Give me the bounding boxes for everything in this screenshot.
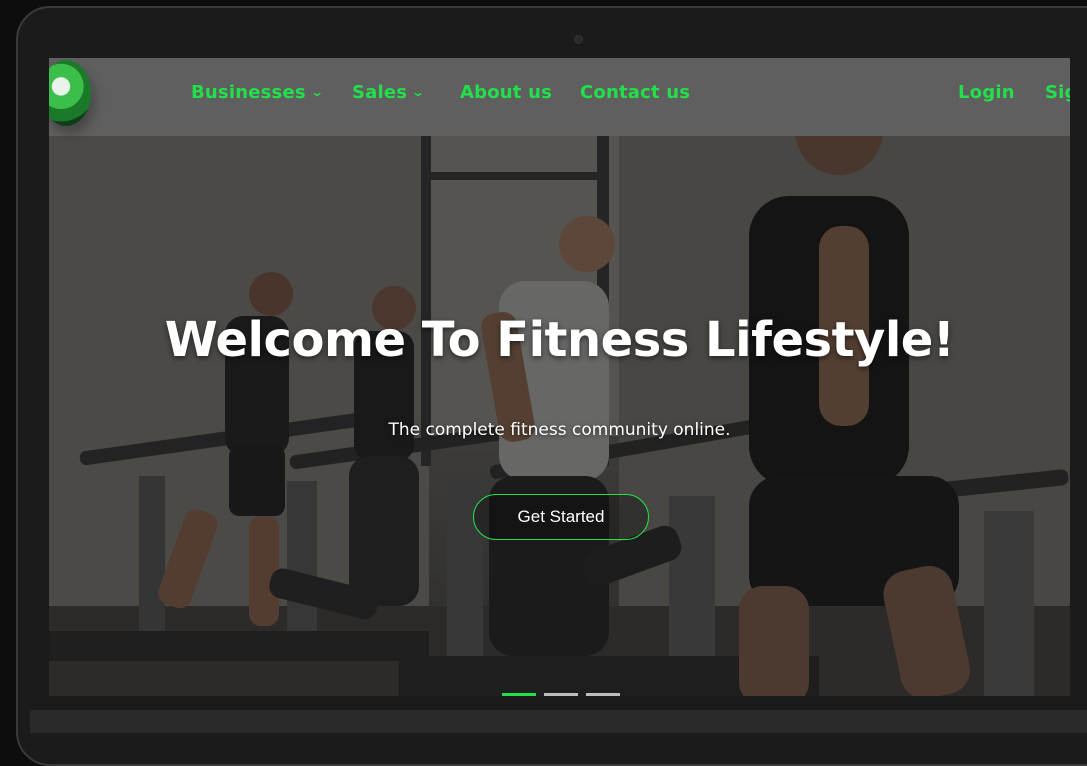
nav-item-label: Sales [352, 82, 408, 103]
browser-screen: Businesses ⌄ Sales ⌄ About us Contact us L… [49, 58, 1070, 696]
carousel-indicators [502, 693, 632, 696]
site-logo[interactable] [49, 60, 91, 126]
hero-section [49, 136, 1070, 696]
login-link[interactable]: Login [958, 82, 1015, 103]
carousel-dot-3[interactable] [586, 693, 620, 696]
nav-item-businesses[interactable]: Businesses ⌄ [191, 82, 325, 103]
nav-item-label: About us [460, 82, 552, 103]
webcam [574, 35, 583, 44]
top-navbar: Businesses ⌄ Sales ⌄ About us Contact us L… [49, 58, 1070, 136]
hero-dark-overlay [49, 136, 1070, 696]
nav-item-label: Contact us [580, 82, 691, 103]
get-started-button[interactable]: Get Started [473, 494, 649, 540]
nav-item-contact[interactable]: Contact us [580, 82, 690, 103]
hero-title: Welcome To Fitness Lifestyle! [164, 312, 955, 368]
nav-item-sales[interactable]: Sales ⌄ [352, 82, 426, 103]
carousel-dot-2[interactable] [544, 693, 578, 696]
chevron-down-icon: ⌄ [411, 85, 426, 99]
nav-item-label: Businesses [191, 82, 306, 103]
hero-subtitle: The complete fitness community online. [388, 420, 731, 440]
nav-item-about[interactable]: About us [460, 82, 552, 103]
laptop-bezel-bottom [30, 710, 1087, 733]
chevron-down-icon: ⌄ [309, 85, 325, 99]
signup-link[interactable]: Sig [1045, 82, 1070, 103]
carousel-dot-1[interactable] [502, 693, 536, 696]
